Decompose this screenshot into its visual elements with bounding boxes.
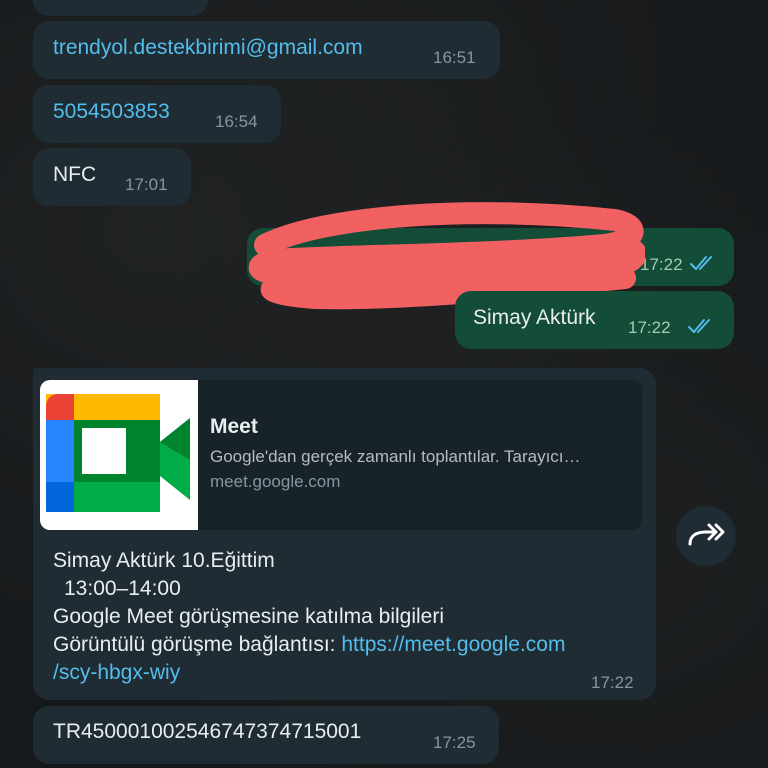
meet-line-3: Google Meet görüşmesine katılma bilgiler… <box>53 605 445 628</box>
message-bubble-name[interactable]: Simay Aktürk 17:22 <box>455 291 734 349</box>
preview-domain: meet.google.com <box>210 472 341 491</box>
message-time: 16:54 <box>215 112 258 131</box>
message-text: Simay Aktürk <box>473 306 596 329</box>
message-time: 17:01 <box>125 175 168 194</box>
message-bubble-nfc[interactable]: NFC 17:01 <box>33 148 191 206</box>
link-preview[interactable]: Meet Google'dan gerçek zamanlı toplantıl… <box>40 380 642 530</box>
meet-line-2: 13:00–14:00 <box>64 577 181 600</box>
message-text: TR450001002546747374715001 <box>53 720 362 743</box>
message-time: 17:22 <box>640 255 683 274</box>
phone-link[interactable]: 5054503853 <box>53 100 170 124</box>
double-check-icon <box>690 256 712 270</box>
meet-line-4: Görüntülü görüşme bağlantısı: https://me… <box>53 633 565 657</box>
preview-description: Google'dan gerçek zamanlı toplantılar. T… <box>210 447 581 466</box>
double-check-icon <box>688 319 710 333</box>
message-text: NFC <box>53 163 97 186</box>
message-time: 17:22 <box>591 673 634 692</box>
meet-link[interactable]: https://meet.google.com <box>341 633 565 656</box>
meet-line-1: Simay Aktürk 10.Eğittim <box>53 549 275 572</box>
forward-icon <box>688 523 725 546</box>
message-bubble-iban[interactable]: TR450001002546747374715001 17:25 <box>33 706 499 764</box>
meet-link-continued[interactable]: /scy-hbgx-wiy <box>53 661 180 685</box>
message-time: 16:51 <box>433 48 476 67</box>
meet-link-label: Görüntülü görüşme bağlantısı: <box>53 633 342 656</box>
google-meet-logo <box>40 380 198 530</box>
forward-button[interactable] <box>676 506 736 566</box>
message-bubble-phone[interactable]: 5054503853 16:54 <box>33 85 281 143</box>
message-time: 17:22 <box>628 318 671 337</box>
message-time: 17:25 <box>433 733 476 752</box>
message-bubble-email[interactable]: trendyol.destekbirimi@gmail.com 16:51 <box>33 21 500 79</box>
email-link[interactable]: trendyol.destekbirimi@gmail.com <box>53 36 363 60</box>
preview-title: Meet <box>210 415 258 438</box>
message-bubble-cutoff[interactable] <box>33 0 208 16</box>
